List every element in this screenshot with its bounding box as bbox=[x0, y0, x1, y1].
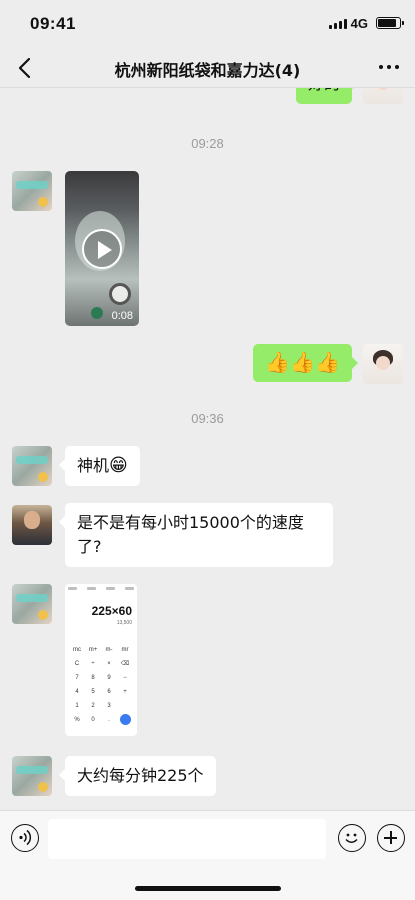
input-bar bbox=[0, 810, 415, 866]
calculator-screenshot-image[interactable]: 225×60 13,500 mc m+ m-mr C ÷ × ⌫ 7 8 9− 4 5 6 + 12… bbox=[65, 584, 137, 736]
avatar-self[interactable] bbox=[363, 344, 403, 384]
battery-level bbox=[378, 19, 396, 27]
signal-icon bbox=[329, 19, 347, 29]
message-row: 👍👍👍 bbox=[0, 344, 415, 388]
play-icon[interactable] bbox=[82, 229, 122, 269]
avatar-member-a[interactable] bbox=[12, 446, 52, 486]
calc-result: 13,500 bbox=[116, 620, 132, 626]
message-row: 大约每分钟225个 bbox=[0, 756, 415, 800]
status-time: 09:41 bbox=[30, 14, 76, 33]
plus-icon[interactable] bbox=[377, 824, 405, 852]
message-text: 神机 bbox=[77, 456, 110, 475]
avatar-member-a[interactable] bbox=[12, 171, 52, 211]
voice-icon[interactable] bbox=[11, 824, 39, 852]
avatar-self[interactable] bbox=[363, 88, 403, 104]
chat-header: 杭州新阳纸袋和嘉力达(4) bbox=[0, 48, 415, 88]
message-row: 是不是有每小时15000个的速度了? bbox=[0, 503, 415, 569]
message-text: 好的 bbox=[308, 88, 340, 93]
message-input[interactable] bbox=[48, 819, 326, 859]
video-duration: 0:08 bbox=[111, 310, 133, 322]
avatar-member-b[interactable] bbox=[12, 505, 52, 545]
chevron-left-icon[interactable] bbox=[14, 54, 38, 82]
emoji-icon[interactable] bbox=[338, 824, 366, 852]
grin-emoji-icon: 😁 bbox=[109, 455, 128, 476]
message-bubble-out[interactable]: 好的 bbox=[295, 88, 359, 104]
thumbs-up-icon: 👍 bbox=[265, 350, 291, 374]
battery-icon bbox=[376, 17, 404, 29]
message-list[interactable]: 好的 09:28 0:08 👍👍👍 09:36 神机😁 是不是有每小时15000… bbox=[0, 88, 415, 810]
status-bar: 09:41 4G bbox=[0, 0, 415, 48]
message-row: 225×60 13,500 mc m+ m-mr C ÷ × ⌫ 7 8 9− 4 5 6 + 12… bbox=[0, 584, 415, 740]
avatar-member-a[interactable] bbox=[12, 584, 52, 624]
message-row: 0:08 bbox=[0, 171, 415, 331]
time-separator: 09:28 bbox=[191, 136, 224, 151]
message-text: 大约每分钟225个 bbox=[77, 766, 204, 785]
message-bubble-out[interactable]: 👍👍👍 bbox=[253, 344, 358, 382]
avatar-member-a[interactable] bbox=[12, 756, 52, 796]
thumbs-up-icon: 👍 bbox=[315, 350, 340, 374]
home-area bbox=[0, 866, 415, 900]
message-bubble-in[interactable]: 神机😁 bbox=[59, 446, 140, 486]
home-indicator[interactable] bbox=[135, 886, 281, 891]
message-row: 神机😁 bbox=[0, 446, 415, 488]
network-label: 4G bbox=[350, 16, 368, 31]
message-bubble-in[interactable]: 大约每分钟225个 bbox=[59, 756, 216, 796]
time-separator: 09:36 bbox=[191, 411, 224, 426]
chat-title: 杭州新阳纸袋和嘉力达(4) bbox=[114, 61, 301, 80]
calc-expression: 225×60 bbox=[91, 604, 132, 618]
message-text: 是不是有每小时15000个的速度了? bbox=[77, 513, 304, 556]
more-dots-icon[interactable] bbox=[379, 65, 399, 69]
message-bubble-in[interactable]: 是不是有每小时15000个的速度了? bbox=[59, 503, 333, 567]
calc-equals-key bbox=[120, 714, 131, 725]
video-message[interactable]: 0:08 bbox=[65, 171, 139, 326]
message-row: 好的 bbox=[0, 88, 415, 108]
thumbs-up-icon: 👍 bbox=[290, 350, 316, 374]
